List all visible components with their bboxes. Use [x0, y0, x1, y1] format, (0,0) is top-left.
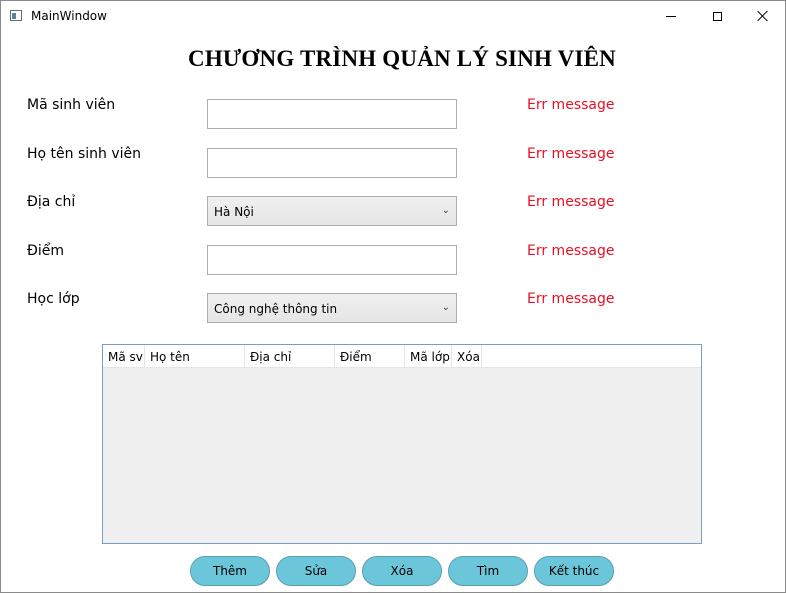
column-header-score[interactable]: Điểm [335, 345, 405, 367]
page-title: CHƯƠNG TRÌNH QUẢN LÝ SINH VIÊN [188, 46, 616, 71]
address-error: Err message [527, 194, 615, 210]
class-selected-value: Công nghệ thông tin [214, 302, 338, 316]
maximize-icon [712, 11, 722, 21]
maximize-button[interactable] [694, 1, 740, 31]
title-bar[interactable]: MainWindow [1, 1, 785, 31]
column-header-class-id[interactable]: Mã lớp [405, 345, 452, 367]
delete-button[interactable]: Xóa [362, 556, 442, 586]
app-window-icon [10, 10, 22, 21]
full-name-input[interactable] [207, 148, 457, 178]
close-button[interactable] [740, 1, 786, 31]
search-button[interactable]: Tìm [448, 556, 528, 586]
add-button[interactable]: Thêm [190, 556, 270, 586]
score-input[interactable] [207, 245, 457, 275]
address-selected-value: Hà Nội [214, 205, 254, 219]
grid-header: Mã sv Họ tên Địa chỉ Điểm Mã lớp Xóa [103, 345, 701, 368]
student-id-label: Mã sinh viên [27, 97, 116, 113]
chevron-down-icon: ⌄ [441, 302, 450, 313]
edit-button[interactable]: Sửa [276, 556, 356, 586]
address-select[interactable]: Hà Nội ⌄ [207, 196, 457, 226]
minimize-icon [666, 15, 676, 17]
main-window: MainWindow CHƯƠNG TRÌNH QUẢN LÝ SINH VIÊ… [0, 0, 786, 593]
column-header-student-id[interactable]: Mã sv [103, 345, 145, 367]
address-label: Địa chỉ [27, 194, 76, 210]
class-select[interactable]: Công nghệ thông tin ⌄ [207, 293, 457, 323]
close-icon [757, 10, 769, 22]
class-label: Học lớp [27, 291, 80, 307]
full-name-error: Err message [527, 146, 615, 162]
student-grid[interactable]: Mã sv Họ tên Địa chỉ Điểm Mã lớp Xóa [102, 344, 702, 544]
column-header-address[interactable]: Địa chỉ [245, 345, 335, 367]
student-id-input[interactable] [207, 99, 457, 129]
minimize-button[interactable] [648, 1, 694, 31]
score-label: Điểm [27, 243, 64, 259]
chevron-down-icon: ⌄ [441, 205, 450, 216]
student-id-error: Err message [527, 97, 615, 113]
window-title: MainWindow [31, 9, 107, 23]
exit-button[interactable]: Kết thúc [534, 556, 614, 586]
full-name-label: Họ tên sinh viên [27, 146, 142, 162]
score-error: Err message [527, 243, 615, 259]
column-header-delete[interactable]: Xóa [452, 345, 482, 367]
column-header-full-name[interactable]: Họ tên [145, 345, 245, 367]
class-error: Err message [527, 291, 615, 307]
